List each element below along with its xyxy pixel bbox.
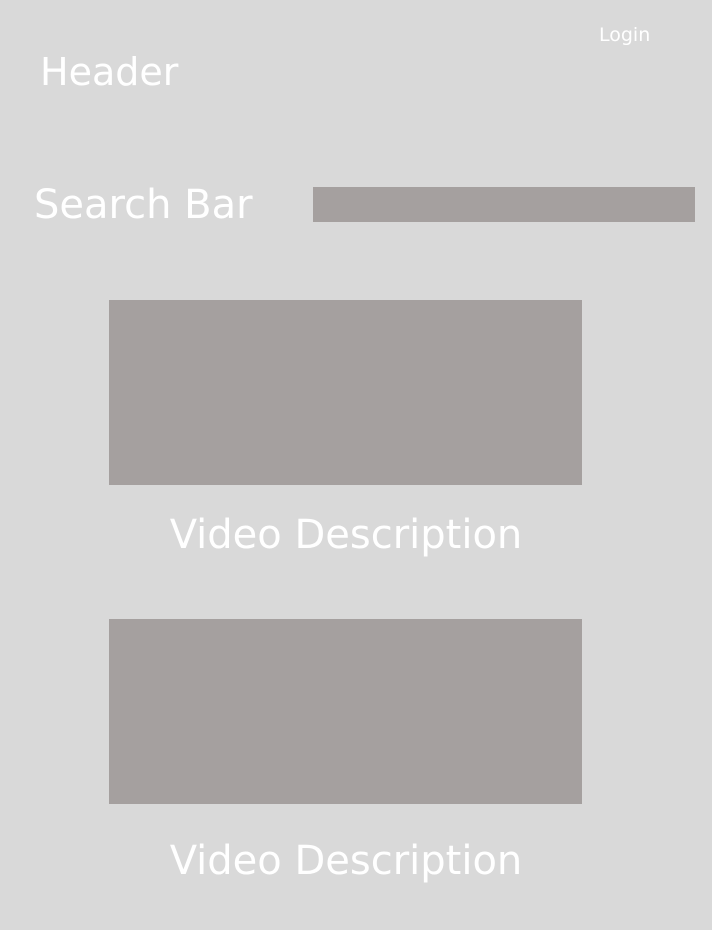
video-thumbnail[interactable] — [109, 619, 582, 804]
video-thumbnail[interactable] — [109, 300, 582, 485]
search-input[interactable] — [313, 187, 695, 222]
search-bar-label: Search Bar — [34, 182, 253, 228]
page: Login Header Search Bar Video Descriptio… — [0, 0, 712, 930]
video-description: Video Description — [169, 838, 523, 884]
video-description: Video Description — [169, 512, 523, 558]
page-header-title: Header — [40, 50, 179, 94]
login-link[interactable]: Login — [599, 23, 650, 47]
